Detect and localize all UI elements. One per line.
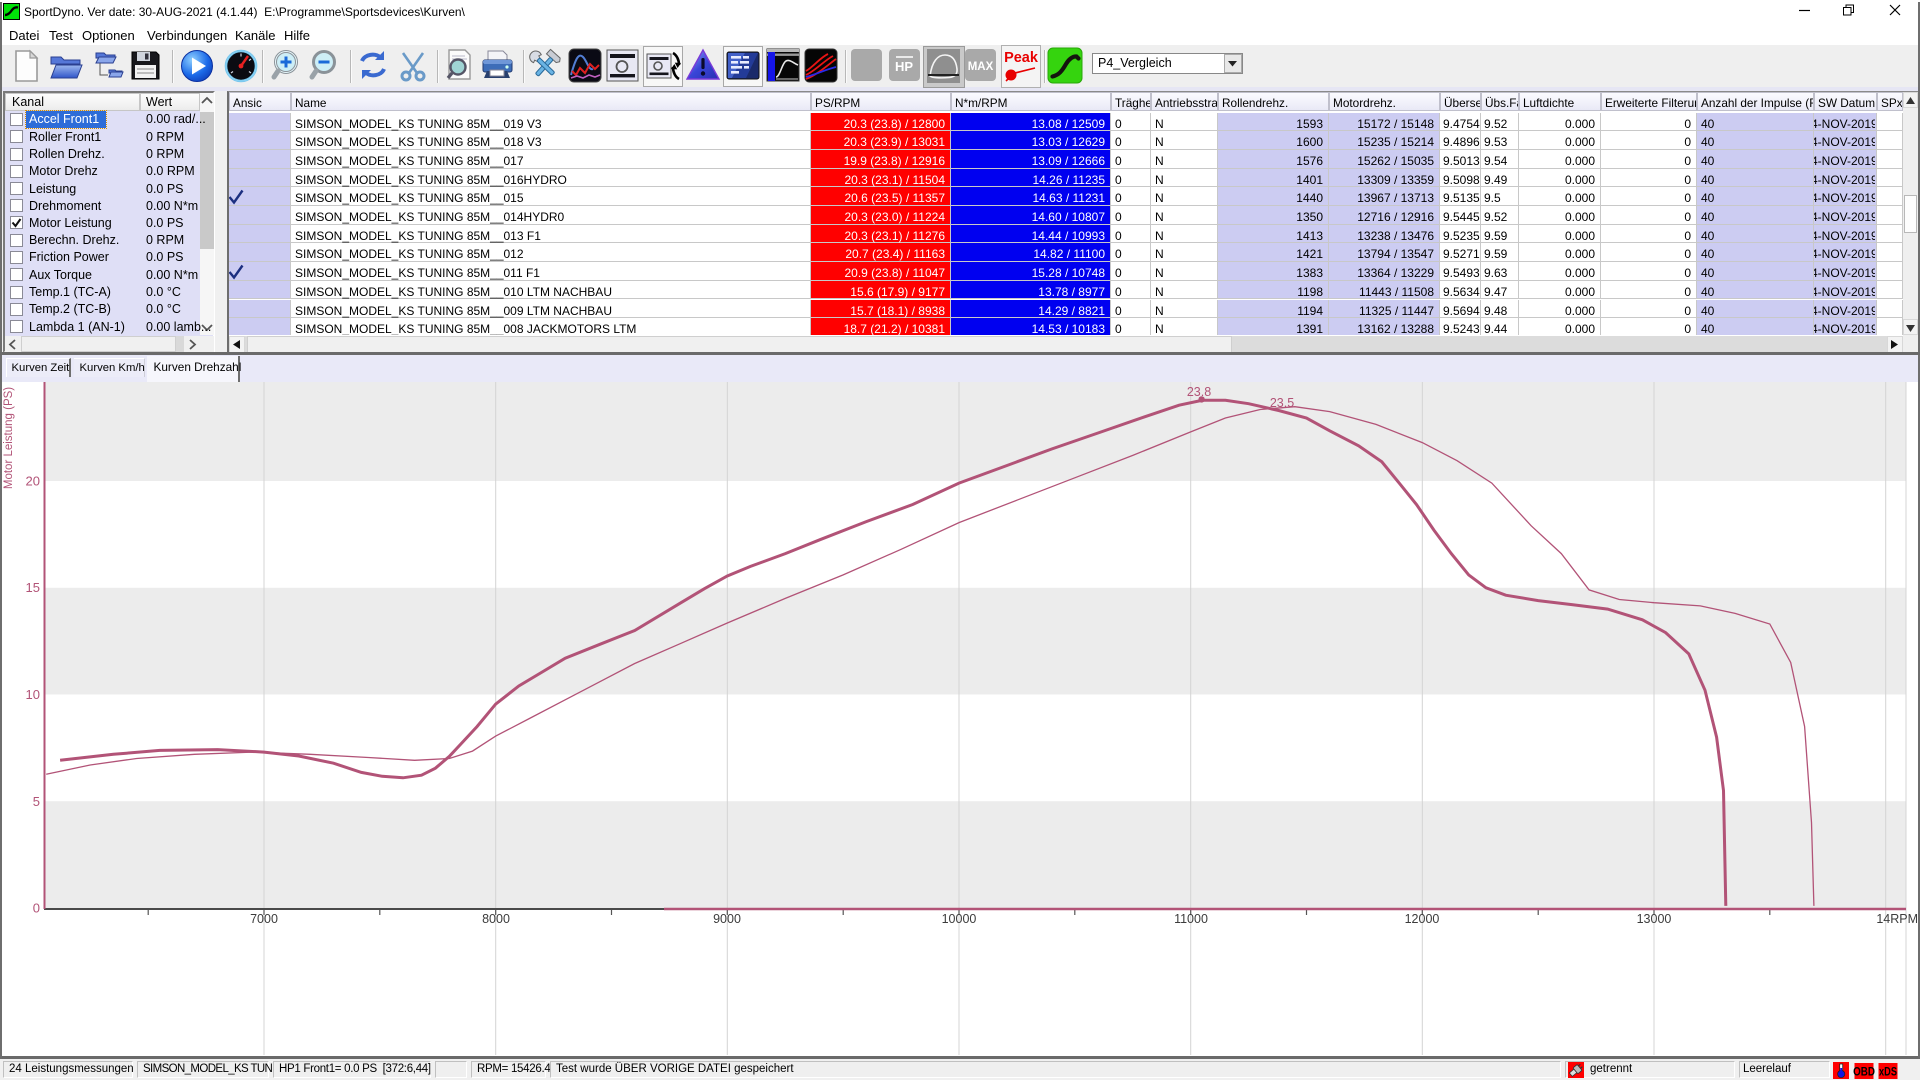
svg-text:OBD: OBD: [1853, 1066, 1875, 1079]
svg-text:11000: 11000: [1174, 912, 1208, 926]
svg-text:10000: 10000: [942, 912, 977, 926]
svg-text:0: 0: [33, 901, 40, 916]
svg-text:Peak: Peak: [1004, 50, 1039, 66]
svg-text:12000: 12000: [1405, 912, 1440, 926]
svg-text:Motor Leistung (PS): Motor Leistung (PS): [3, 387, 15, 489]
svg-text:10: 10: [26, 687, 40, 702]
svg-text:23.8: 23.8: [1187, 385, 1211, 399]
svg-text:13000: 13000: [1637, 912, 1672, 926]
svg-text:20: 20: [26, 474, 40, 489]
svg-text:xDS: xDS: [1879, 1067, 1897, 1079]
svg-text:7000: 7000: [250, 912, 278, 926]
svg-text:MAX: MAX: [968, 61, 994, 73]
svg-text:8000: 8000: [482, 912, 510, 926]
svg-text:23.5: 23.5: [1270, 396, 1294, 410]
svg-text:HP: HP: [895, 59, 913, 74]
svg-text:15: 15: [26, 580, 40, 595]
svg-text:14RPM: 14RPM: [1876, 912, 1918, 926]
svg-text:9000: 9000: [713, 912, 741, 926]
svg-text:5: 5: [33, 794, 40, 809]
